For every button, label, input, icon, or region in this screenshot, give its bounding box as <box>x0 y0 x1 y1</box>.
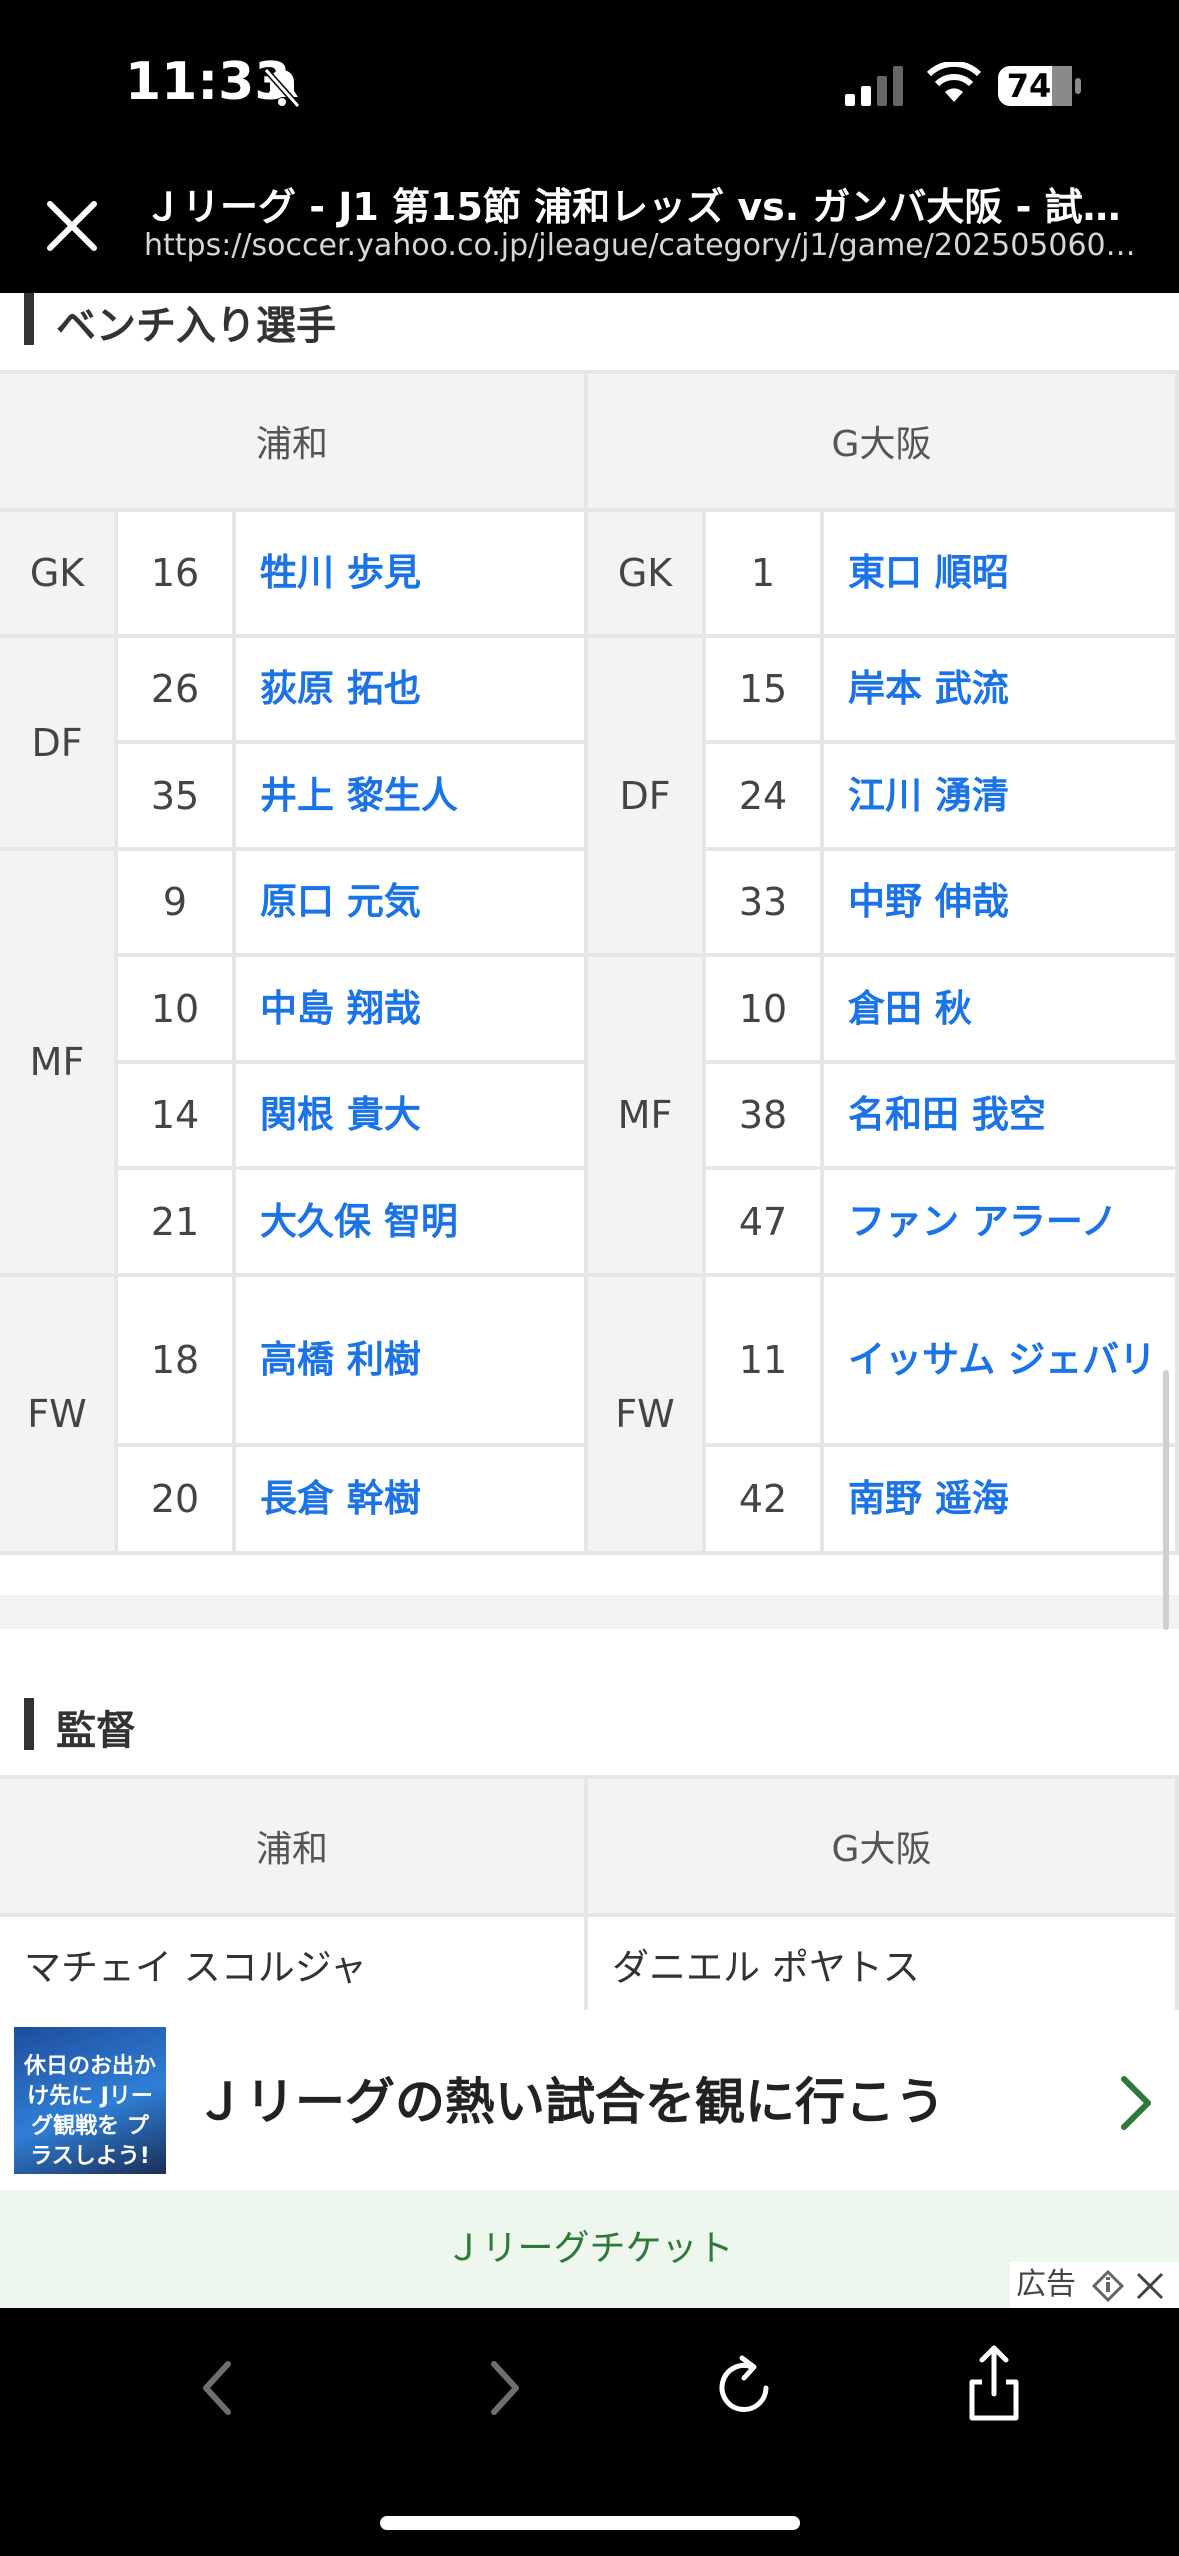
player-link[interactable]: 中野 伸哉 <box>824 851 1179 957</box>
jersey-number: 35 <box>118 744 236 851</box>
battery-level: 74 <box>1006 67 1052 105</box>
close-icon[interactable] <box>1134 2270 1166 2302</box>
player-link[interactable]: 江川 湧清 <box>824 744 1179 851</box>
jersey-number: 10 <box>118 957 236 1064</box>
team-header-home: 浦和 <box>0 374 588 512</box>
bench-section-header: ベンチ入り選手 <box>0 293 1179 373</box>
jersey-number: 11 <box>706 1277 824 1447</box>
ad-label-text: 広告 <box>1016 2267 1076 2302</box>
share-icon[interactable] <box>958 2342 1030 2422</box>
wifi-icon <box>926 62 982 102</box>
page-url: https://soccer.yahoo.co.jp/jleague/categ… <box>144 228 1144 263</box>
player-link[interactable]: 原口 元気 <box>236 851 588 957</box>
player-link[interactable]: 倉田 秋 <box>824 957 1179 1064</box>
ad-cta-button[interactable]: Ｊリーグチケット <box>0 2190 1179 2308</box>
player-link[interactable]: 中島 翔哉 <box>236 957 588 1064</box>
player-link[interactable]: 大久保 智明 <box>236 1170 588 1277</box>
ad-title[interactable]: Ｊリーグの熱い試合を観に行こう <box>195 2062 945 2134</box>
team-header-home: 浦和 <box>0 1779 588 1917</box>
jersey-number: 24 <box>706 744 824 851</box>
player-link[interactable]: 牲川 歩見 <box>236 512 588 638</box>
ad-info-icon[interactable] <box>1092 2270 1124 2302</box>
manager-section-header: 監督 <box>0 1698 1179 1758</box>
home-indicator[interactable] <box>380 2516 800 2530</box>
ad-thumbnail-text: 休日のお出かけ先に Jリーグ観戦を プラスしよう! <box>23 2054 156 2169</box>
chevron-right-icon[interactable] <box>1118 2075 1154 2131</box>
position-cell: FW <box>588 1277 706 1555</box>
player-link[interactable]: 高橋 利樹 <box>236 1277 588 1447</box>
jersey-number: 20 <box>118 1447 236 1555</box>
jersey-number: 18 <box>118 1277 236 1447</box>
position-cell: FW <box>0 1277 118 1555</box>
bell-slash-icon <box>263 68 301 108</box>
position-cell: DF <box>588 638 706 957</box>
player-link[interactable]: 井上 黎生人 <box>236 744 588 851</box>
team-header-away: G大阪 <box>588 374 1179 512</box>
jersey-number: 42 <box>706 1447 824 1555</box>
player-link[interactable]: 東口 順昭 <box>824 512 1179 638</box>
manager-heading: 監督 <box>56 1708 136 1754</box>
player-link[interactable]: 岸本 武流 <box>824 638 1179 744</box>
jersey-number: 38 <box>706 1064 824 1170</box>
section-separator <box>0 1595 1179 1629</box>
player-link[interactable]: 南野 遥海 <box>824 1447 1179 1555</box>
player-link[interactable]: 荻原 拓也 <box>236 638 588 744</box>
jersey-number: 10 <box>706 957 824 1064</box>
jersey-number: 14 <box>118 1064 236 1170</box>
ad-label[interactable]: 広告 <box>1010 2262 1179 2308</box>
section-marker <box>24 293 34 345</box>
jersey-number: 9 <box>118 851 236 957</box>
jersey-number: 26 <box>118 638 236 744</box>
position-cell: GK <box>588 512 706 638</box>
jersey-number: 47 <box>706 1170 824 1277</box>
scrollbar[interactable] <box>1163 1370 1169 1630</box>
position-cell: MF <box>588 957 706 1277</box>
position-cell: DF <box>0 638 118 851</box>
player-link[interactable]: 関根 貴大 <box>236 1064 588 1170</box>
jersey-number: 15 <box>706 638 824 744</box>
player-link[interactable]: イッサム ジェバリ <box>824 1277 1179 1447</box>
manager-name-home: マチェイ スコルジャ <box>0 1917 588 2010</box>
chevron-left-icon[interactable] <box>182 2348 254 2428</box>
section-marker <box>24 1698 34 1750</box>
manager-name-away: ダニエル ポヤトス <box>588 1917 1179 2010</box>
player-link[interactable]: 長倉 幹樹 <box>236 1447 588 1555</box>
player-link[interactable]: ファン アラーノ <box>824 1170 1179 1277</box>
jersey-number: 1 <box>706 512 824 638</box>
chevron-right-icon[interactable] <box>468 2348 540 2428</box>
cellular-signal-icon <box>845 66 903 106</box>
jersey-number: 16 <box>118 512 236 638</box>
player-link[interactable]: 名和田 我空 <box>824 1064 1179 1170</box>
page-title: Ｊリーグ - J1 第15節 浦和レッズ vs. ガンバ大阪 - 試… <box>144 185 1121 229</box>
reload-icon[interactable] <box>708 2348 780 2428</box>
jersey-number: 21 <box>118 1170 236 1277</box>
position-cell: MF <box>0 851 118 1277</box>
team-header-away: G大阪 <box>588 1779 1179 1917</box>
position-cell: GK <box>0 512 118 638</box>
close-icon[interactable] <box>44 198 100 254</box>
jersey-number: 33 <box>706 851 824 957</box>
bench-heading: ベンチ入り選手 <box>56 303 336 349</box>
